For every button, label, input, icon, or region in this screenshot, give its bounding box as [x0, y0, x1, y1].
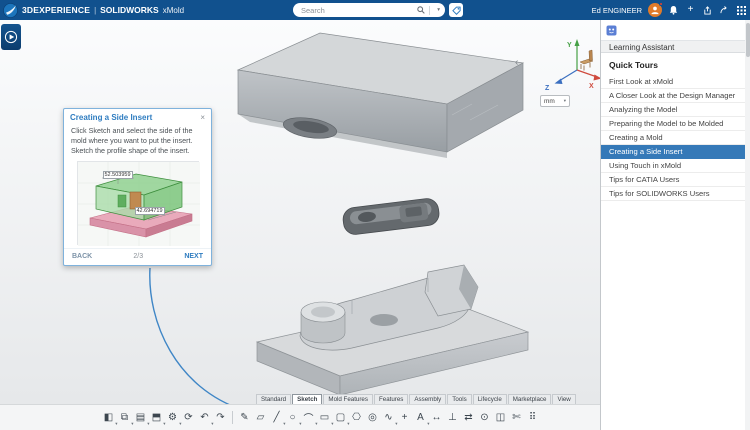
brand-divider: |: [94, 6, 96, 15]
line-tool-button[interactable]: ╱: [269, 409, 284, 427]
compass-play-button[interactable]: [1, 24, 21, 50]
panel-collapse-chevron-icon[interactable]: ‹: [515, 57, 518, 68]
learning-assistant-panel: Learning Assistant Quick Tours First Loo…: [600, 20, 750, 430]
application-window: 3DEXPERIENCE | SOLIDWORKS xMold Search ▾…: [0, 0, 750, 430]
quick-tours-list: First Look at xMold A Closer Look at the…: [601, 75, 750, 201]
toolbar-separator: [232, 411, 233, 424]
app-name: SOLIDWORKS: [100, 5, 159, 15]
units-chevron-icon: ▾: [564, 98, 566, 104]
add-content-icon[interactable]: +: [685, 3, 696, 17]
user-avatar[interactable]: [648, 3, 662, 17]
point-tool-button[interactable]: +: [397, 409, 412, 427]
tour-item-preparing-model[interactable]: Preparing the Model to be Molded: [601, 117, 750, 131]
tour-item-solidworks-tips[interactable]: Tips for SOLIDWORKS Users: [601, 187, 750, 201]
tag-icon: [452, 6, 461, 15]
user-name[interactable]: Ed ENGINEER: [592, 6, 642, 15]
circle-tool-button[interactable]: ○: [285, 409, 300, 427]
trim-tool-button[interactable]: ✄: [509, 409, 524, 427]
3dexperience-compass-icon[interactable]: [3, 3, 18, 18]
close-icon[interactable]: ×: [200, 113, 205, 122]
constraint-tool-button[interactable]: ⊥: [445, 409, 460, 427]
rectangle-tool-button[interactable]: ▭: [317, 409, 332, 427]
tab-view[interactable]: View: [552, 394, 575, 404]
tour-item-using-touch[interactable]: Using Touch in xMold: [601, 159, 750, 173]
tour-item-creating-mold[interactable]: Creating a Mold: [601, 131, 750, 145]
ellipse-tool-button[interactable]: ◎: [365, 409, 380, 427]
tutorial-title: Creating a Side Insert: [70, 113, 152, 122]
panel-scrollbar-thumb[interactable]: [746, 23, 750, 57]
forward-arrow-icon[interactable]: [719, 3, 730, 17]
panel-scrollbar[interactable]: [745, 20, 750, 430]
search-input[interactable]: Search ▾: [293, 3, 445, 17]
tour-item-first-look[interactable]: First Look at xMold: [601, 75, 750, 89]
offset-tool-button[interactable]: ⊙: [477, 409, 492, 427]
search-placeholder: Search: [301, 6, 417, 15]
tab-lifecycle[interactable]: Lifecycle: [473, 394, 507, 404]
convert-entities-tool-button[interactable]: ⇄: [461, 409, 476, 427]
dimension-width-label: 52.503959: [103, 171, 133, 179]
tutorial-body-text: Click Sketch and select the side of the …: [64, 124, 211, 157]
settings-gear-tool-button[interactable]: ⚙: [165, 409, 180, 427]
view-mode-tool-button[interactable]: ◧: [101, 409, 116, 427]
back-button[interactable]: BACK: [72, 253, 92, 260]
tour-item-catia-tips[interactable]: Tips for CATIA Users: [601, 173, 750, 187]
brand-name: 3DEXPERIENCE: [22, 5, 90, 15]
tag-button[interactable]: [449, 3, 463, 17]
sketch-tool-button[interactable]: ✎: [237, 409, 252, 427]
mirror-tool-button[interactable]: ◫: [493, 409, 508, 427]
tutorial-image-frame: 52.503959 42.694719: [77, 161, 199, 245]
refresh-tool-button[interactable]: ⟳: [181, 409, 196, 427]
units-dropdown[interactable]: mm ▾: [540, 95, 570, 107]
search-scope-chevron-icon[interactable]: ▾: [437, 7, 440, 13]
dimension-tool-button[interactable]: ↔: [429, 409, 444, 427]
share-icon[interactable]: [702, 3, 713, 17]
tab-tools[interactable]: Tools: [447, 394, 471, 404]
quick-tours-heading: Quick Tours: [601, 53, 750, 75]
search-divider: [429, 6, 430, 15]
dimension-height-label: 42.694719: [135, 207, 165, 215]
apps-grid-icon[interactable]: [736, 3, 747, 17]
component-tool-button[interactable]: ⬒: [149, 409, 164, 427]
units-value: mm: [544, 98, 555, 105]
top-bar: 3DEXPERIENCE | SOLIDWORKS xMold Search ▾…: [0, 0, 750, 20]
paste-tool-button[interactable]: ⧉: [117, 409, 132, 427]
tour-item-analyzing-model[interactable]: Analyzing the Model: [601, 103, 750, 117]
user-area: Ed ENGINEER +: [592, 0, 747, 20]
ribbon-tab-bar: Standard Sketch Mold Features Features A…: [256, 394, 577, 404]
slot-tool-button[interactable]: ▢: [333, 409, 348, 427]
pattern-tool-button[interactable]: ⠿: [525, 409, 540, 427]
undo-tool-button[interactable]: ↶: [197, 409, 212, 427]
search-area: Search ▾: [293, 3, 463, 17]
tab-standard[interactable]: Standard: [256, 394, 291, 404]
brand-block: 3DEXPERIENCE | SOLIDWORKS xMold: [0, 3, 184, 18]
app-variant: xMold: [163, 6, 184, 15]
tab-features[interactable]: Features: [374, 394, 408, 404]
notifications-bell-icon[interactable]: [668, 3, 679, 17]
spline-tool-button[interactable]: ∿: [381, 409, 396, 427]
tour-item-design-manager[interactable]: A Closer Look at the Design Manager: [601, 89, 750, 103]
plane-tool-button[interactable]: ▱: [253, 409, 268, 427]
tab-mold-features[interactable]: Mold Features: [323, 394, 373, 404]
tab-assembly[interactable]: Assembly: [409, 394, 446, 404]
text-tool-button[interactable]: A: [413, 409, 428, 427]
next-button[interactable]: NEXT: [184, 253, 203, 260]
tour-item-creating-side-insert[interactable]: Creating a Side Insert: [601, 145, 750, 159]
action-toolbar: ◧ ⧉ ▤ ⬒ ⚙ ⟳ ↶ ↷ ✎ ▱ ╱ ○ ⌒ ▭ ▢ ⎔ ◎ ∿ + A …: [0, 404, 600, 430]
tutorial-popup: Creating a Side Insert × Click Sketch an…: [63, 108, 212, 266]
save-tool-button[interactable]: ▤: [133, 409, 148, 427]
redo-tool-button[interactable]: ↷: [213, 409, 228, 427]
polygon-tool-button[interactable]: ⎔: [349, 409, 364, 427]
tutorial-image: [78, 162, 200, 246]
page-indicator: 2/3: [133, 253, 143, 260]
tab-marketplace[interactable]: Marketplace: [508, 394, 552, 404]
notification-dot: [659, 2, 663, 6]
assistant-app-icon[interactable]: [606, 25, 617, 36]
tab-sketch[interactable]: Sketch: [292, 394, 322, 404]
search-icon[interactable]: [417, 6, 425, 14]
assistant-panel-title: Learning Assistant: [601, 40, 750, 53]
arc-tool-button[interactable]: ⌒: [301, 409, 316, 427]
